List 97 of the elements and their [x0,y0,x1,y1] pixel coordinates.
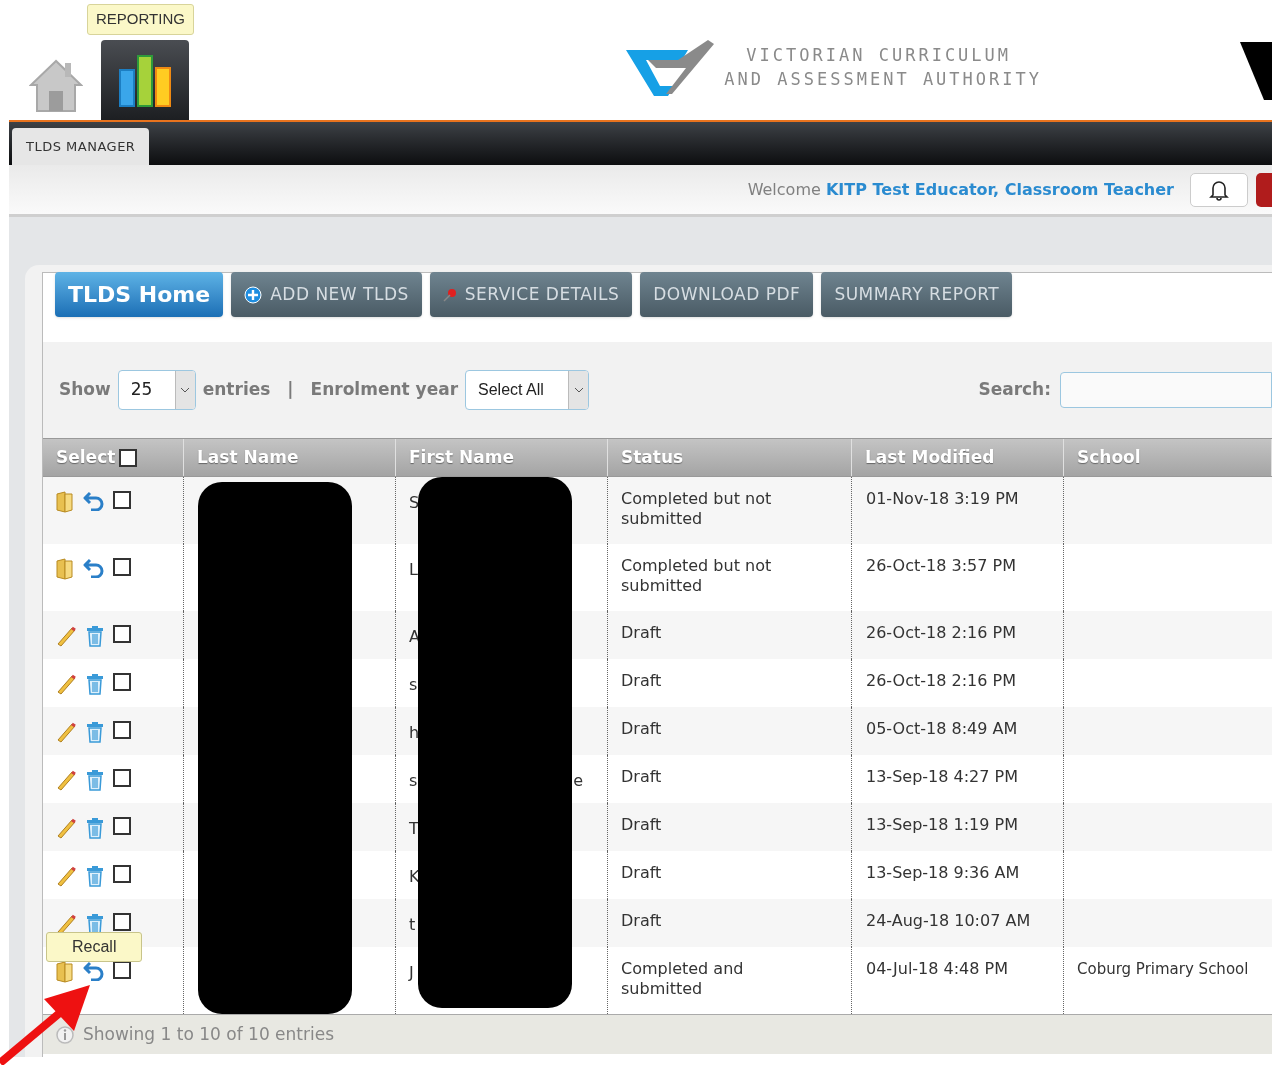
table-cell-text: S [409,492,420,514]
show-label: Show [59,378,111,402]
bell-icon [1209,178,1229,201]
checkbox[interactable] [113,491,131,509]
folder-icon[interactable] [55,558,75,580]
trash-icon[interactable] [85,625,105,647]
checkbox[interactable] [119,448,138,467]
toolbar-button[interactable]: SERVICE DETAILS [429,272,633,317]
toolbar-button[interactable]: DOWNLOAD PDF [640,272,814,317]
toolbar-button[interactable]: ADD NEW TLDS [231,272,422,317]
table-cell: 26-Oct-18 3:57 PM [866,556,1016,575]
column-header[interactable]: School [1064,439,1272,476]
toolbar-button[interactable]: SUMMARY REPORT [821,272,1013,317]
pencil-icon[interactable] [55,865,77,887]
table-cell: Draft [621,911,662,930]
checkbox[interactable] [113,673,131,691]
trash-icon[interactable] [85,865,105,887]
table-cell: Draft [621,863,662,882]
enrolment-year-select[interactable]: Select All [465,370,590,410]
table-cell: Completed but not submitted [621,489,772,528]
chevron-down-icon [180,387,191,393]
table-cell-text: e [573,770,583,792]
separator-text: | [286,378,295,402]
bar-chart-icon [118,52,172,108]
table-cell: 04-Jul-18 4:48 PM [866,959,1008,978]
notification-button[interactable] [1190,172,1248,207]
table-cell: 13-Sep-18 4:27 PM [866,767,1018,786]
entries-label: entries [202,378,271,402]
tooltip: REPORTING [87,4,194,35]
plus-icon [244,285,263,304]
trash-icon[interactable] [85,673,105,695]
checkbox[interactable] [113,721,131,739]
column-header[interactable]: Last Modified [852,439,1064,476]
table-cell: 01-Nov-18 3:19 PM [866,489,1019,508]
table-cell: Draft [621,671,662,690]
table-cell: Draft [621,719,662,738]
table-cell-text: L [409,559,418,581]
logo-mark-icon [626,38,717,96]
checkbox[interactable] [113,769,131,787]
house-icon[interactable] [29,57,83,113]
page-size-select[interactable]: 25 [117,370,196,410]
pencil-icon[interactable] [55,913,77,935]
logo-text: VICTORIAN CURRICULUM [745,44,1013,67]
checkbox[interactable] [113,865,131,883]
logo-text: AND ASSESSMENT AUTHORITY [724,68,1042,91]
chevron-down-icon [573,387,584,393]
checkbox[interactable] [113,558,131,576]
table-cell: 13-Sep-18 1:19 PM [866,815,1018,834]
pencil-icon[interactable] [55,625,77,647]
table-cell-text: J [409,962,414,984]
pagination-info: Showing 1 to 10 of 10 entries [83,1022,335,1046]
checkbox[interactable] [113,817,131,835]
column-header[interactable]: Select [43,439,184,476]
table-cell: Draft [621,623,662,642]
tooltip: Recall [46,932,143,962]
table-cell: Draft [621,767,662,786]
table-cell-text: s [409,770,418,792]
column-header[interactable]: Status [608,439,852,476]
pushpin-icon [442,287,457,302]
search-label: Search: [978,378,1051,402]
table-cell: Coburg Primary School [1077,960,1249,978]
pencil-icon[interactable] [55,673,77,695]
tab[interactable]: TLDS MANAGER [12,128,150,165]
table-cell-text: h [409,722,420,744]
trash-icon[interactable] [85,721,105,743]
enrolment-year-label: Enrolment year [310,378,459,402]
info-icon [55,1024,75,1045]
search-field[interactable] [1060,372,1272,408]
table-cell: 26-Oct-18 2:16 PM [866,671,1016,690]
table-cell-text: t [409,914,416,936]
trash-icon[interactable] [85,769,105,791]
table-cell: 24-Aug-18 10:07 AM [866,911,1031,930]
pencil-icon[interactable] [55,769,77,791]
table-cell: 05-Oct-18 8:49 AM [866,719,1018,738]
table-cell: Completed and submitted [621,959,744,998]
welcome-text: Welcome KITP Test Educator, Classroom Teacher [747,178,1174,201]
checkbox[interactable] [113,913,131,931]
table-cell: 26-Oct-18 2:16 PM [866,623,1016,642]
toolbar-button[interactable]: TLDS Home [55,272,224,317]
table-cell-text: s [409,674,418,696]
folder-icon[interactable] [55,961,75,983]
pencil-icon[interactable] [55,721,77,743]
column-header[interactable]: Last Name [184,439,396,476]
pencil-icon[interactable] [55,817,77,839]
column-header[interactable]: First Name [396,439,608,476]
table-cell-text: T [409,818,419,840]
folder-icon[interactable] [55,491,75,513]
table-cell: Draft [621,815,662,834]
undo-arrow-icon[interactable] [83,491,105,511]
table-cell: 13-Sep-18 9:36 AM [866,863,1020,882]
logout-button[interactable] [1256,172,1272,207]
logo-emblem-icon [1240,42,1272,100]
checkbox[interactable] [113,625,131,643]
undo-arrow-icon[interactable] [83,558,105,578]
table-cell: Completed but not submitted [621,556,772,595]
undo-arrow-icon[interactable] [83,961,105,981]
trash-icon[interactable] [85,817,105,839]
